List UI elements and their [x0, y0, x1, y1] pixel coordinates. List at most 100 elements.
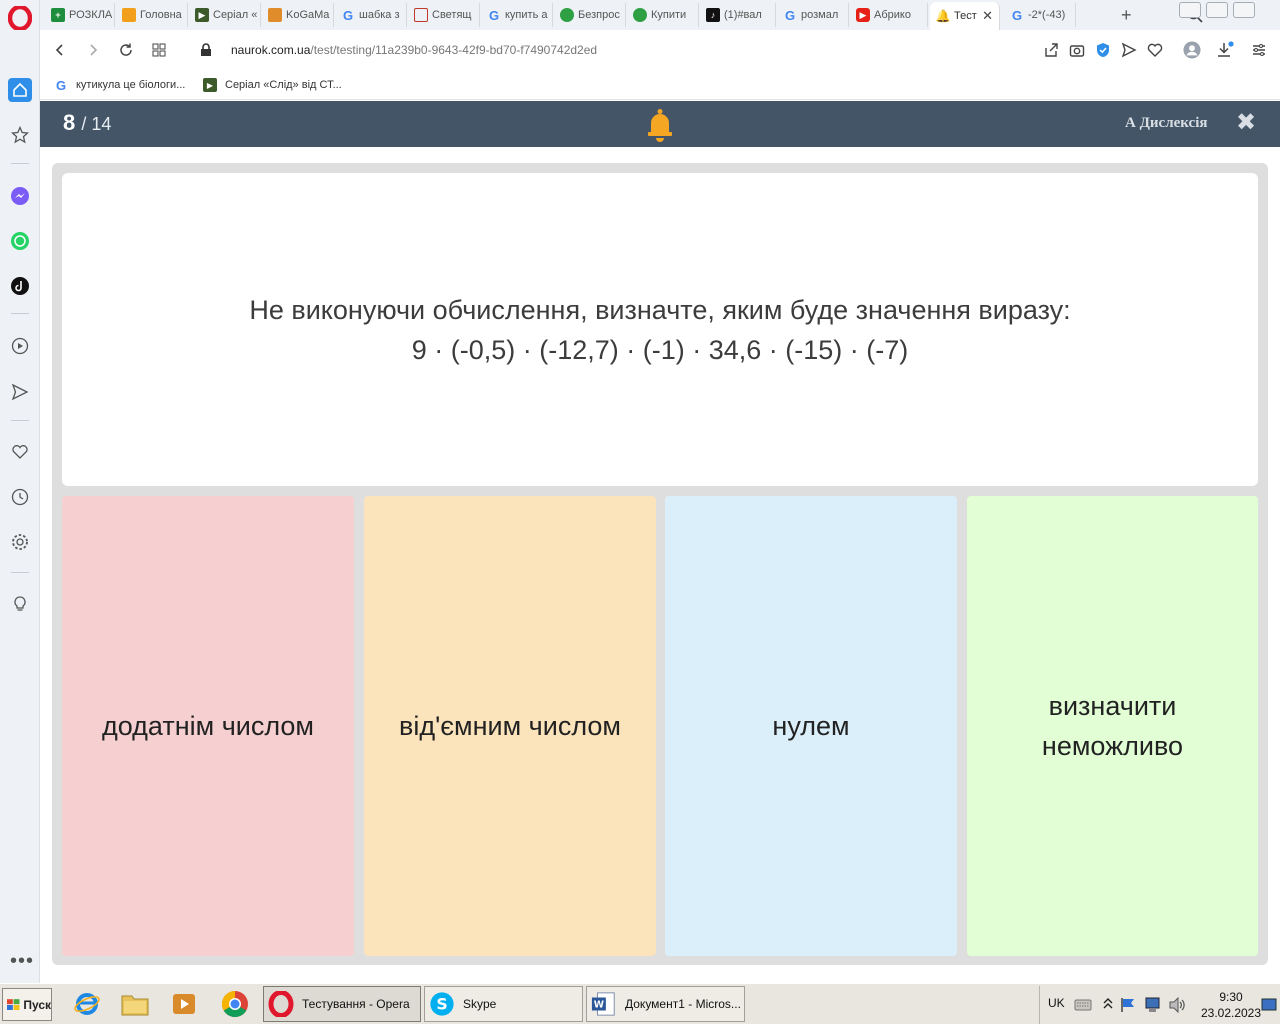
question-progress: 8 / 14 [63, 110, 112, 135]
forward-icon[interactable] [83, 40, 103, 60]
star-icon[interactable] [8, 123, 32, 147]
camera-icon[interactable] [1068, 41, 1086, 59]
chevron-up-icon[interactable] [1103, 997, 1113, 1011]
answer-option[interactable]: визначити неможливо [967, 496, 1258, 956]
show-desktop-icon[interactable] [1261, 998, 1277, 1012]
tab[interactable]: Gкупить а [481, 3, 553, 27]
word-icon: W [591, 991, 617, 1017]
heart-icon[interactable] [1146, 41, 1164, 59]
close-window-button[interactable] [1233, 2, 1255, 18]
tiktok-icon: ♪ [706, 8, 720, 22]
tab[interactable]: Светящ [408, 3, 480, 27]
answer-option[interactable]: від'ємним числом [364, 496, 656, 956]
windows-taskbar: Пуск Тестування - Opera S Skype W Докуме… [0, 983, 1280, 1024]
tab[interactable]: Безпрос [554, 3, 626, 27]
tiktok-icon[interactable] [8, 274, 32, 298]
more-icon[interactable]: ••• [10, 950, 34, 973]
chrome-icon[interactable] [218, 987, 252, 1021]
google-icon: G [488, 7, 500, 23]
sidebar-divider [11, 163, 29, 164]
send-icon[interactable] [8, 380, 32, 404]
sidebar-divider [11, 313, 29, 314]
player-icon[interactable] [8, 334, 32, 358]
svg-text:W: W [594, 1000, 604, 1011]
send-icon[interactable] [1120, 41, 1138, 59]
clock[interactable]: 9:30 23.02.2023 [1200, 989, 1262, 1021]
green-circle-icon [560, 8, 574, 22]
reload-icon[interactable] [116, 40, 136, 60]
tab[interactable]: Головна [116, 3, 188, 27]
tab[interactable]: G -2*(-43) [1004, 3, 1076, 27]
dyslexia-toggle[interactable]: А Дислексія [1125, 115, 1208, 132]
profile-avatar-icon[interactable] [1183, 41, 1201, 59]
google-icon: G [1011, 7, 1023, 23]
back-icon[interactable] [50, 40, 70, 60]
orange-square-icon [122, 8, 136, 22]
svg-text:S: S [436, 995, 447, 1014]
action-center-flag-icon[interactable] [1120, 997, 1136, 1013]
bookmark-item[interactable]: Gкутикула це біологи... [54, 76, 185, 94]
answer-option[interactable]: нулем [665, 496, 957, 956]
answer-option[interactable]: додатнім числом [62, 496, 354, 956]
volume-icon[interactable] [1168, 997, 1186, 1013]
close-tab-icon[interactable]: ✕ [982, 8, 993, 24]
whatsapp-icon[interactable] [8, 229, 32, 253]
skype-icon: S [429, 991, 455, 1017]
quiz-header: 8 / 14 А Дислексія ✖ [40, 101, 1280, 147]
film-icon: ▶ [203, 78, 217, 92]
tab[interactable]: Gшабка з [335, 3, 407, 27]
network-icon[interactable] [1144, 996, 1162, 1014]
url-field[interactable]: naurok.com.ua/test/testing/11a239b0-9643… [231, 43, 597, 57]
easy-setup-menu-icon[interactable] [1250, 41, 1268, 59]
explorer-folder-icon[interactable] [118, 987, 152, 1021]
taskbar-window-opera[interactable]: Тестування - Opera [263, 986, 421, 1022]
lock-icon[interactable] [196, 40, 216, 60]
taskbar-window-word[interactable]: W Документ1 - Micros... [586, 986, 745, 1022]
language-indicator[interactable]: UK [1048, 996, 1065, 1010]
green-circle-icon [633, 8, 647, 22]
media-player-icon[interactable] [167, 987, 201, 1021]
google-icon: G [55, 77, 67, 93]
opera-sidebar: ••• [0, 0, 40, 983]
messenger-icon[interactable] [8, 184, 32, 208]
tab[interactable]: ▶ Абрико [850, 3, 928, 27]
heart-icon[interactable] [8, 440, 32, 464]
tab[interactable]: ♪ (1)#вал [700, 3, 776, 27]
share-icon[interactable] [1042, 41, 1060, 59]
bell-icon: 🔔 [935, 9, 951, 23]
tab[interactable]: KoGaMa [262, 3, 334, 27]
youtube-icon: ▶ [856, 8, 870, 22]
question-expression: 9 · (-0,5) · (-12,7) · (-1) · 34,6 · (-1… [411, 334, 909, 365]
bookmark-item[interactable]: ▶ Серіал «Слід» від СТ... [203, 76, 342, 94]
opera-logo-icon[interactable] [8, 6, 32, 30]
settings-gear-icon[interactable] [8, 530, 32, 554]
minimize-window-button[interactable] [1179, 2, 1201, 18]
system-tray: UK 9:30 23.02.2023 [1039, 986, 1280, 1024]
tabs-grid-icon[interactable] [149, 40, 169, 60]
download-icon[interactable] [1216, 41, 1234, 59]
lightbulb-icon[interactable] [8, 592, 32, 616]
question-card: Не виконуючи обчислення, визначте, яким … [62, 173, 1258, 486]
bookmarks-bar: Gкутикула це біологи... ▶ Серіал «Слід» в… [40, 70, 1280, 100]
close-quiz-icon[interactable]: ✖ [1236, 111, 1256, 135]
tab[interactable]: + РОЗКЛА [45, 3, 115, 27]
start-button[interactable]: Пуск [2, 988, 52, 1021]
tab-active[interactable]: 🔔 Тест ✕ [930, 2, 1000, 30]
maximize-window-button[interactable] [1206, 2, 1228, 18]
internet-explorer-icon[interactable] [70, 987, 104, 1021]
taskbar-window-skype[interactable]: S Skype [424, 986, 583, 1022]
home-icon[interactable] [8, 78, 32, 102]
bell-icon [648, 109, 672, 142]
windows-logo-icon [7, 998, 20, 1010]
tab[interactable]: Купити [627, 3, 699, 27]
history-icon[interactable] [8, 485, 32, 509]
tab[interactable]: Gрозмал [777, 3, 849, 27]
keyboard-icon[interactable] [1074, 997, 1092, 1013]
green-square-icon: + [51, 8, 65, 22]
answer-options: додатнім числом від'ємним числом нулем в… [62, 496, 1258, 956]
tab[interactable]: ▶ Серіал « [189, 3, 261, 27]
film-icon: ▶ [195, 8, 209, 22]
sidebar-divider [11, 420, 29, 421]
new-tab-plus-icon[interactable]: + [1121, 5, 1132, 26]
vpn-shield-icon[interactable] [1094, 41, 1112, 59]
